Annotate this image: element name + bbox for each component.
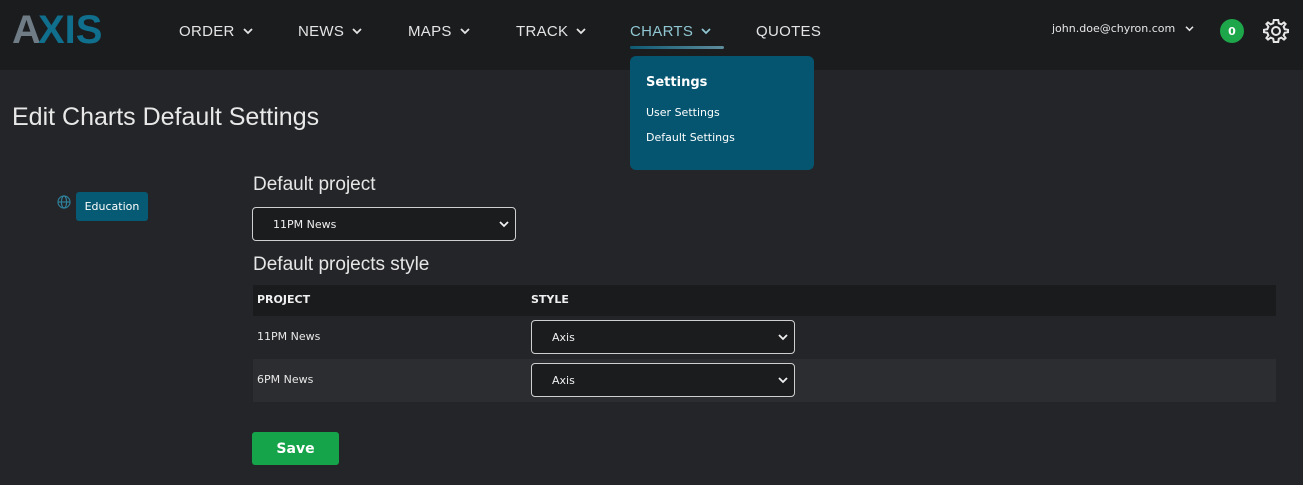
svg-text:XIS: XIS <box>38 8 102 48</box>
nav-charts-label: CHARTS <box>630 22 694 40</box>
nav-order[interactable]: ORDER <box>179 20 253 42</box>
nav-track[interactable]: TRACK <box>516 20 586 42</box>
default-project-value: 11PM News <box>273 217 337 231</box>
user-email: john.doe@chyron.com <box>1052 22 1176 35</box>
style-select[interactable]: Axis <box>531 363 795 397</box>
nav-news-label: NEWS <box>298 22 345 40</box>
menu-item-default-settings[interactable]: Default Settings <box>646 131 735 144</box>
notification-badge[interactable]: 0 <box>1220 19 1244 43</box>
nav-track-label: TRACK <box>516 22 569 40</box>
chevron-down-icon <box>778 377 788 384</box>
chevron-down-icon <box>1185 26 1194 32</box>
user-menu[interactable]: john.doe@chyron.com <box>1052 22 1194 35</box>
project-name: 11PM News <box>257 330 321 343</box>
nav-maps-label: MAPS <box>408 22 452 40</box>
table-row: 6PM News Axis <box>253 359 1276 402</box>
nav-quotes-label: QUOTES <box>756 22 822 40</box>
nav-quotes[interactable]: QUOTES <box>756 20 821 42</box>
nav-charts[interactable]: CHARTS <box>630 20 711 42</box>
save-button[interactable]: Save <box>252 432 339 465</box>
gear-icon[interactable] <box>1262 17 1290 45</box>
project-name: 6PM News <box>257 373 314 386</box>
charts-menu-title: Settings <box>646 75 708 90</box>
charts-dropdown-menu: Settings User Settings Default Settings <box>630 56 814 170</box>
globe-icon <box>57 195 71 209</box>
style-select[interactable]: Axis <box>531 320 795 354</box>
table-header: PROJECT STYLE <box>253 285 1276 316</box>
chevron-down-icon <box>576 28 586 35</box>
page-title: Edit Charts Default Settings <box>12 103 320 131</box>
projects-style-label: Default projects style <box>253 254 430 275</box>
active-tab-indicator <box>630 46 724 49</box>
nav-news[interactable]: NEWS <box>298 20 362 42</box>
column-header-project: PROJECT <box>257 293 311 306</box>
menu-item-user-settings[interactable]: User Settings <box>646 106 720 119</box>
chevron-down-icon <box>499 221 509 228</box>
nav-order-label: ORDER <box>179 22 235 40</box>
axis-logo[interactable]: A XIS <box>12 8 116 48</box>
sidebar-item-education[interactable]: Education <box>76 192 148 221</box>
chevron-down-icon <box>701 28 711 35</box>
chevron-down-icon <box>352 28 362 35</box>
style-value: Axis <box>552 330 575 344</box>
svg-text:A: A <box>12 8 41 48</box>
style-value: Axis <box>552 373 575 387</box>
column-header-style: STYLE <box>531 293 569 306</box>
chevron-down-icon <box>460 28 470 35</box>
chevron-down-icon <box>778 334 788 341</box>
default-project-select[interactable]: 11PM News <box>252 207 516 241</box>
chevron-down-icon <box>243 28 253 35</box>
table-row: 11PM News Axis <box>253 316 1276 359</box>
nav-maps[interactable]: MAPS <box>408 20 470 42</box>
default-project-label: Default project <box>253 174 376 195</box>
